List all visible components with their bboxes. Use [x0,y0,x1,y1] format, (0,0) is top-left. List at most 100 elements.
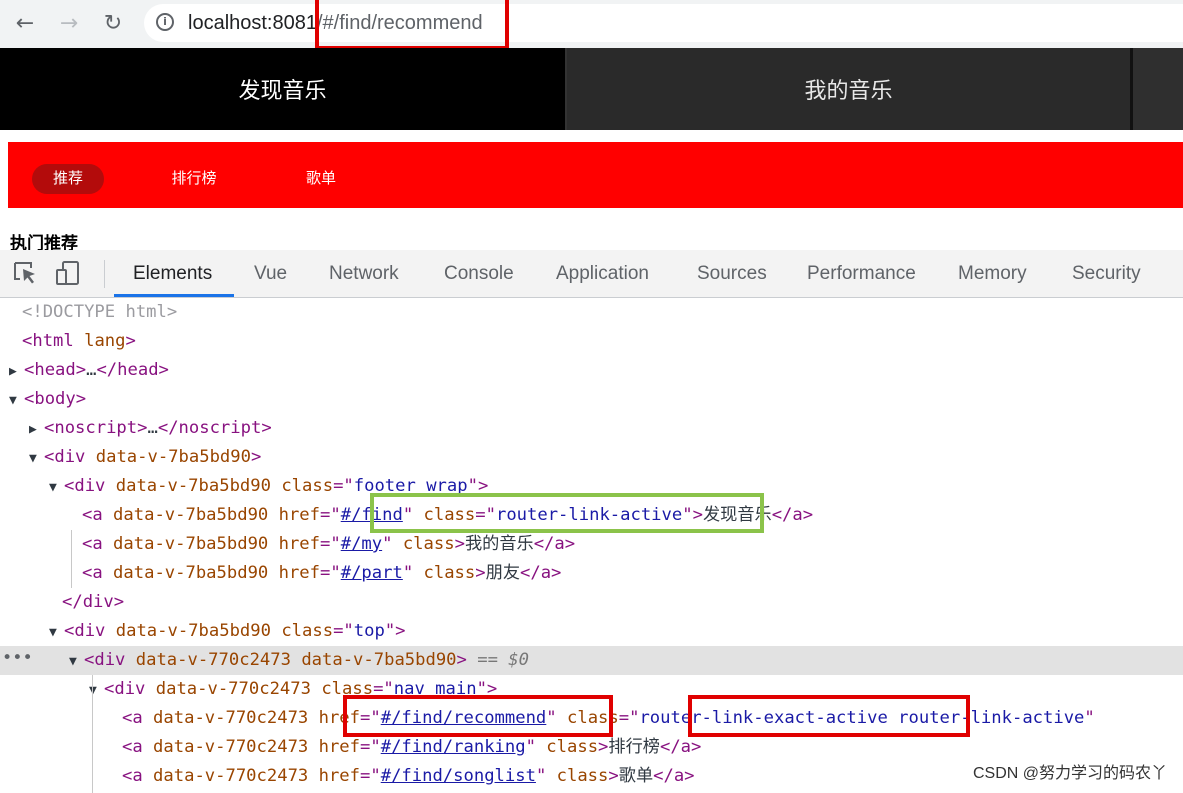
code-token-dollar: == $0 [466,650,529,670]
code-token-tag: " [535,766,557,786]
code-token-link[interactable]: #/my [341,534,382,554]
inspect-element-icon[interactable] [12,260,40,286]
browser-toolbar: ← → ↻ i localhost:8081/#/find/recommend [0,0,1183,49]
footer-nav: 发现音乐 我的音乐 [0,48,1183,130]
code-token-val: top [353,621,385,641]
collapse-triangle-icon[interactable]: ▼ [29,444,44,473]
dom-node[interactable]: <!DOCTYPE html> [0,298,1183,327]
dom-node[interactable]: ▼ <div data-v-7ba5bd90> [0,443,1183,472]
router-link-active-highlight [370,493,764,533]
code-token-attr: data-v-7ba5bd90 href [113,505,321,525]
footer-nav-next[interactable] [1133,48,1183,130]
find-top-nav: 推荐 排行榜 歌单 [8,142,1183,208]
more-options-icon[interactable]: ••• [2,646,33,675]
code-token-tag: =" [320,505,341,525]
code-token-tag: <a [122,766,154,786]
code-token-attr: data-v-7ba5bd90 href [113,534,321,554]
address-bar[interactable]: i localhost:8081/#/find/recommend [144,4,1183,42]
code-token-tag: =" [333,621,354,641]
code-token-tag: </a> [771,505,814,525]
tab-network[interactable]: Network [329,250,399,297]
tab-memory[interactable]: Memory [958,250,1027,297]
dom-node[interactable]: ▼ <body> [0,385,1183,414]
dom-node[interactable]: <a data-v-7ba5bd90 href="#/part" class>朋… [0,559,1183,588]
code-token-link[interactable]: #/part [341,563,403,583]
code-token-tag: > [456,650,467,670]
dom-node[interactable]: <a data-v-7ba5bd90 href="#/my" class>我的音… [0,530,1183,559]
info-icon[interactable]: i [156,13,174,31]
code-token-tag: > [125,331,136,351]
code-token-tag: <div [84,650,136,670]
code-token-tag: " [1084,708,1095,728]
code-token-attr: class [423,563,476,583]
dom-node[interactable]: ▶ <noscript>…</noscript> [0,414,1183,443]
exact-active-class-highlight [688,695,970,737]
code-token-link[interactable]: #/find/songlist [381,766,536,786]
code-token-tag: <head> [24,360,87,380]
code-token-txt: … [86,360,97,380]
code-token-tag: <noscript> [44,418,148,438]
code-token-attr: data-v-770c2473 class [155,679,374,699]
dom-node[interactable]: ▼ <div data-v-7ba5bd90 class="top"> [0,617,1183,646]
nav-recommend[interactable]: 推荐 [32,164,104,194]
code-token-tag: </a> [520,563,562,583]
collapse-triangle-icon[interactable]: ▼ [9,386,24,415]
watermark: CSDN @努力学习的码农丫 [970,759,1169,783]
tab-security[interactable]: Security [1072,250,1141,297]
dom-node[interactable]: <html lang> [0,327,1183,356]
expand-triangle-icon[interactable]: ▶ [29,415,44,444]
code-token-tag: </noscript> [157,418,272,438]
dom-node-selected[interactable]: ▼ <div data-v-770c2473 data-v-7ba5bd90> =… [0,646,1183,675]
code-token-tag: =" [360,737,381,757]
tab-console[interactable]: Console [444,250,514,297]
forward-arrow-icon[interactable]: → [52,6,86,40]
collapse-triangle-icon[interactable]: ▼ [49,473,64,502]
collapse-triangle-icon[interactable]: ▼ [69,647,84,676]
code-token-attr: class [402,534,455,554]
tab-vue[interactable]: Vue [254,250,287,297]
code-token-tag: > [475,563,486,583]
code-token-attr: class [556,766,609,786]
tab-performance[interactable]: Performance [807,250,916,297]
back-arrow-icon[interactable]: ← [8,6,42,40]
code-token-tag: " [525,737,547,757]
dom-node[interactable]: </div> [0,588,1183,617]
code-token-tag: =" [333,476,354,496]
code-token-attr: lang [84,331,126,351]
footer-nav-find[interactable]: 发现音乐 [0,48,565,130]
code-token-attr: data-v-770c2473 href [153,708,361,728]
code-token-link[interactable]: #/find/ranking [381,737,526,757]
expand-triangle-icon[interactable]: ▶ [9,357,24,386]
tab-elements[interactable]: Elements [133,250,212,297]
code-token-tag: " [402,563,424,583]
code-token-tag: =" [618,708,640,728]
code-token-tag: <a [122,708,154,728]
tab-sources[interactable]: Sources [697,250,767,297]
tab-application[interactable]: Application [556,250,649,297]
code-token-tag: </a> [533,534,576,554]
code-token-attr: data-v-7ba5bd90 class [115,621,334,641]
code-token-tag: =" [360,766,381,786]
dom-node[interactable]: ▶ <head>…</head> [0,356,1183,385]
code-token-tag: </head> [96,360,169,380]
devtools-toolbar: Elements Vue Network Console Application… [0,250,1183,298]
code-token-tag: </div> [62,592,125,612]
device-toolbar-icon[interactable] [54,260,82,286]
recommend-href-highlight [343,695,613,737]
code-token-tag: </a> [659,737,702,757]
code-token-tag: > [608,766,619,786]
code-token-dim: <!DOCTYPE html> [22,302,178,322]
reload-icon[interactable]: ↻ [96,6,130,40]
code-token-tag: > [598,737,609,757]
code-token-tag: <a [82,563,114,583]
footer-nav-my[interactable]: 我的音乐 [567,48,1130,130]
dom-node[interactable]: <a data-v-770c2473 href="#/find/ranking"… [0,733,1183,762]
url-host: localhost:8081 [188,12,317,34]
code-token-tag: </a> [653,766,695,786]
code-token-tag: <html [22,331,85,351]
collapse-triangle-icon[interactable]: ▼ [49,618,64,647]
code-token-tag: <a [82,534,114,554]
code-token-txt: 歌单 [618,766,654,786]
nav-songlist[interactable]: 歌单 [290,164,352,194]
nav-ranking[interactable]: 排行榜 [158,164,230,194]
